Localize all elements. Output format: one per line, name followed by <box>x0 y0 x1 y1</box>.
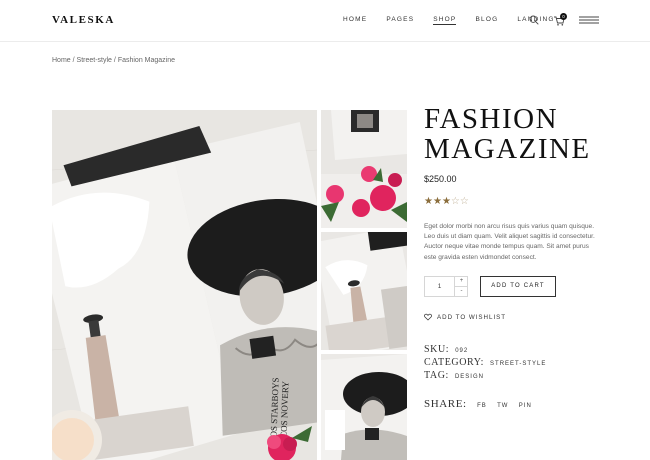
quantity-stepper: 1 + - <box>424 276 468 297</box>
share-twitter-link[interactable]: TW <box>497 403 508 409</box>
heart-icon <box>424 313 432 321</box>
breadcrumb-separator: / <box>72 57 75 64</box>
product-title-line2: MAGAZINE <box>424 133 591 165</box>
product-description: Eget dolor morbi non arcu risus quis var… <box>424 223 595 261</box>
add-to-cart-button[interactable]: ADD TO CART <box>480 276 556 297</box>
star-filled-icon: ★ <box>432 196 442 207</box>
svg-text:COS NOVERY: COS NOVERY <box>279 381 291 439</box>
add-to-wishlist-link[interactable]: ADD TO WISHLIST <box>424 313 506 321</box>
product-sku: SKU: 092 <box>424 344 468 355</box>
site-header: VALESKA HOME PAGES SHOP BLOG LANDING 0 <box>0 0 650 42</box>
cart-count-badge: 0 <box>560 13 567 20</box>
breadcrumb: Home / Street-style / Fashion Magazine <box>52 57 175 64</box>
breadcrumb-separator: / <box>113 57 116 64</box>
thumbnail-photo <box>321 110 407 228</box>
product-category: CATEGORY: STREET-STYLE <box>424 357 546 368</box>
product-price: $250.00 <box>424 174 457 184</box>
product-title: FASHION MAGAZINE <box>424 104 634 164</box>
star-filled-icon: ★ <box>441 196 451 207</box>
tag-link[interactable]: DESIGN <box>455 374 484 380</box>
quantity-increase-button[interactable]: + <box>454 277 468 287</box>
site-logo[interactable]: VALESKA <box>52 14 115 26</box>
share-pinterest-link[interactable]: PIN <box>519 403 532 409</box>
product-rating: ★★★☆☆ <box>424 196 469 207</box>
star-empty-icon: ☆ <box>450 196 460 207</box>
share-label: SHARE: <box>424 398 467 410</box>
share-facebook-link[interactable]: FB <box>477 403 487 409</box>
share-row: SHARE: FB TW PIN <box>424 398 532 410</box>
product-thumbnail[interactable] <box>321 110 407 228</box>
quantity-decrease-button[interactable]: - <box>454 286 468 296</box>
nav-shop[interactable]: SHOP <box>433 16 457 25</box>
category-link[interactable]: STREET-STYLE <box>490 361 546 367</box>
search-icon[interactable] <box>529 15 539 25</box>
breadcrumb-home[interactable]: Home <box>52 57 71 64</box>
thumbnail-photo <box>321 232 407 350</box>
product-tag: TAG: DESIGN <box>424 370 484 381</box>
product-main-image[interactable]: OS STARBOYS COS NOVERY <box>52 110 317 460</box>
hamburger-menu-icon[interactable] <box>579 16 599 24</box>
star-empty-icon: ☆ <box>459 196 469 207</box>
star-filled-icon: ★ <box>424 196 433 207</box>
category-label: CATEGORY: <box>424 357 485 368</box>
nav-blog[interactable]: BLOG <box>475 16 498 25</box>
nav-home[interactable]: HOME <box>343 16 367 25</box>
product-thumbnail[interactable] <box>321 232 407 350</box>
product-title-line1: FASHION <box>424 103 559 135</box>
quantity-input[interactable]: 1 <box>425 277 454 296</box>
magazine-photo: OS STARBOYS COS NOVERY <box>52 110 317 460</box>
nav-pages[interactable]: PAGES <box>386 16 414 25</box>
product-thumbnail[interactable] <box>321 354 407 460</box>
breadcrumb-category[interactable]: Street-style <box>77 57 112 64</box>
tag-label: TAG: <box>424 370 449 381</box>
main-nav: HOME PAGES SHOP BLOG LANDING <box>343 16 574 25</box>
sku-value: 092 <box>455 348 469 354</box>
breadcrumb-current: Fashion Magazine <box>117 57 176 64</box>
sku-label: SKU: <box>424 344 450 355</box>
thumbnail-photo <box>321 354 407 460</box>
wishlist-label: ADD TO WISHLIST <box>437 313 507 321</box>
